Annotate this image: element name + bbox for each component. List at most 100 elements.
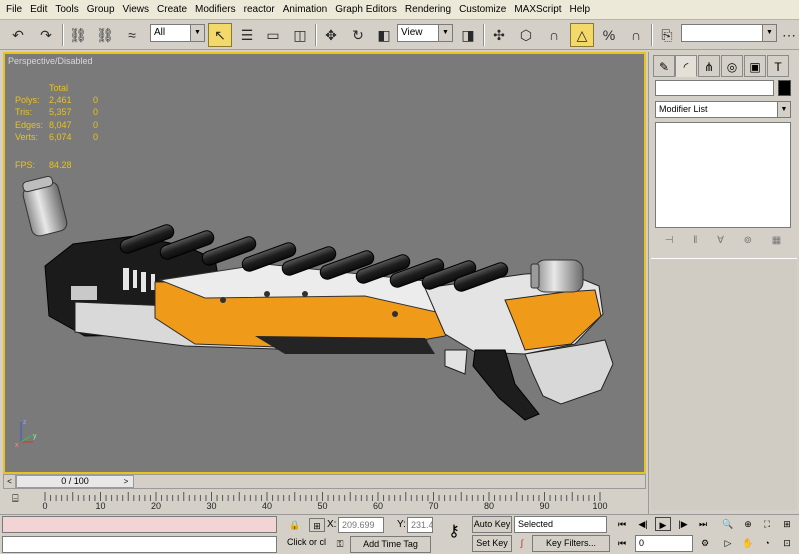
menu-item-graph-editors[interactable]: Graph Editors xyxy=(331,0,401,20)
undo-icon[interactable]: ↶ xyxy=(6,23,30,47)
track-tick-label: 60 xyxy=(372,501,384,511)
perspective-viewport[interactable]: Perspective/Disabled Total Polys: 2,461 0 … xyxy=(3,52,646,474)
manipulate-icon[interactable]: ✣ xyxy=(487,23,511,47)
reference-coordinate-dropdown[interactable]: View ▼ xyxy=(397,24,453,42)
curve-editor-icon[interactable]: ⌸ xyxy=(12,493,28,507)
key-icon[interactable]: ⚿ xyxy=(332,537,348,551)
menu-item-modifiers[interactable]: Modifiers xyxy=(191,0,240,20)
pan-icon[interactable]: ✋ xyxy=(740,536,756,550)
menu-item-group[interactable]: Group xyxy=(83,0,119,20)
menu-item-rendering[interactable]: Rendering xyxy=(401,0,455,20)
object-name-field[interactable] xyxy=(655,80,774,96)
menu-item-reactor[interactable]: reactor xyxy=(240,0,279,20)
time-next-button[interactable]: > xyxy=(120,475,132,488)
configure-modifier-sets-icon[interactable]: ▦ xyxy=(772,235,781,246)
lock-selection-icon[interactable]: 🔒 xyxy=(287,518,303,532)
select-object-icon[interactable]: ↖ xyxy=(208,23,232,47)
keyboard-shortcut-override-icon[interactable]: ⬡ xyxy=(514,23,538,47)
toolbar-separator xyxy=(483,24,485,46)
chevron-down-icon: ▼ xyxy=(777,102,790,117)
maxscript-listener[interactable] xyxy=(2,516,277,533)
select-and-move-icon[interactable]: ✥ xyxy=(319,23,343,47)
object-color-swatch[interactable] xyxy=(778,80,791,96)
window-crossing-icon[interactable]: ◫ xyxy=(288,23,312,47)
maxscript-mini-input[interactable] xyxy=(2,536,277,553)
select-by-name-icon[interactable]: ☰ xyxy=(235,23,259,47)
zoom-extents-icon[interactable]: ⛶ xyxy=(759,517,775,531)
percent-snap-icon[interactable]: % xyxy=(597,23,621,47)
modifier-list-dropdown[interactable]: Modifier List ▼ xyxy=(655,101,791,118)
utilities-tab-icon[interactable]: T xyxy=(767,55,789,77)
key-filters-button[interactable]: Key Filters... xyxy=(532,535,610,552)
unlink-selection-icon[interactable]: ⛓ xyxy=(93,23,117,47)
menu-item-help[interactable]: Help xyxy=(566,0,595,20)
chevron-down-icon: ▼ xyxy=(762,25,776,41)
pin-stack-icon[interactable]: ⊣ xyxy=(665,235,674,246)
set-key-button[interactable]: Set Key xyxy=(472,535,512,552)
time-prev-button[interactable]: < xyxy=(4,475,16,488)
menu-item-animation[interactable]: Animation xyxy=(279,0,331,20)
absolute-mode-icon[interactable]: ⊞ xyxy=(309,518,325,532)
x-coordinate-label: X: xyxy=(327,519,337,530)
modifier-stack[interactable] xyxy=(655,122,791,228)
track-tick-label: 40 xyxy=(261,501,273,511)
x-coordinate-field[interactable]: 209.699 xyxy=(338,517,384,533)
menu-item-file[interactable]: File xyxy=(2,0,26,20)
select-and-scale-icon[interactable]: ◧ xyxy=(372,23,396,47)
rifle-model[interactable] xyxy=(5,54,644,472)
previous-frame-icon[interactable]: ◀| xyxy=(635,517,651,531)
remove-modifier-icon[interactable]: ⊚ xyxy=(744,235,752,246)
edit-named-selections-icon[interactable]: ⎘ xyxy=(655,23,679,47)
spinner-snap-icon[interactable]: ∩ xyxy=(624,23,648,47)
go-to-end-icon[interactable]: ⏭ xyxy=(695,517,711,531)
pivot-point-center-icon[interactable]: ◨ xyxy=(456,23,480,47)
axis-z-label: z xyxy=(23,419,27,426)
motion-tab-icon[interactable]: ◎ xyxy=(721,55,743,77)
set-key-icon[interactable]: ⚷ xyxy=(440,524,468,543)
display-tab-icon[interactable]: ▣ xyxy=(744,55,766,77)
arc-rotate-icon[interactable]: ◔ xyxy=(759,536,775,550)
default-in-out-tangent-icon[interactable]: ∫ xyxy=(514,536,530,550)
auto-key-button[interactable]: Auto Key xyxy=(472,516,512,533)
selection-filter-dropdown[interactable]: All ▼ xyxy=(150,24,205,42)
next-frame-icon[interactable]: |▶ xyxy=(675,517,691,531)
zoom-icon[interactable]: 🔍 xyxy=(720,517,736,531)
key-mode-dropdown[interactable]: Selected xyxy=(514,516,607,533)
menu-item-tools[interactable]: Tools xyxy=(51,0,82,20)
select-and-rotate-icon[interactable]: ↻ xyxy=(346,23,370,47)
play-icon[interactable]: ▶ xyxy=(655,517,671,531)
go-to-start-icon[interactable]: ⏮ xyxy=(614,517,630,531)
mirror-icon[interactable]: ⋯ xyxy=(780,23,798,47)
maximize-viewport-icon[interactable]: ⊡ xyxy=(779,536,795,550)
create-tab-icon[interactable]: ✎ xyxy=(653,55,675,77)
snaps-toggle-icon[interactable]: ∩ xyxy=(542,23,566,47)
angle-snap-icon[interactable]: △ xyxy=(570,23,594,47)
menu-item-views[interactable]: Views xyxy=(119,0,154,20)
redo-icon[interactable]: ↷ xyxy=(34,23,58,47)
named-selection-dropdown[interactable]: ▼ xyxy=(681,24,777,42)
bind-to-space-warp-icon[interactable]: ≈ xyxy=(120,23,144,47)
current-frame-field[interactable]: 0 xyxy=(635,535,693,552)
track-tick-label: 0 xyxy=(42,501,48,511)
menu-item-create[interactable]: Create xyxy=(153,0,191,20)
show-end-result-icon[interactable]: ‖ xyxy=(693,235,697,246)
rectangular-selection-icon[interactable]: ▭ xyxy=(261,23,285,47)
field-of-view-icon[interactable]: ▷ xyxy=(720,536,736,550)
modify-tab-icon[interactable]: ◜ xyxy=(675,55,697,77)
menu-item-edit[interactable]: Edit xyxy=(26,0,51,20)
add-time-tag-button[interactable]: Add Time Tag xyxy=(350,536,431,553)
menu-item-maxscript[interactable]: MAXScript xyxy=(510,0,565,20)
hierarchy-tab-icon[interactable]: ⋔ xyxy=(698,55,720,77)
select-and-link-icon[interactable]: ⛓ xyxy=(66,23,90,47)
make-unique-icon[interactable]: ∀ xyxy=(717,235,724,246)
time-configuration-icon[interactable]: ⚙ xyxy=(697,536,713,550)
time-slider[interactable]: 0 / 100 xyxy=(16,475,134,488)
track-bar[interactable]: ⌸ 0 10 20 30 40 50 60 70 80 90 100 xyxy=(0,489,646,514)
y-coordinate-field[interactable]: 231.45 xyxy=(407,517,433,533)
toolbar-separator xyxy=(315,24,317,46)
menu-item-customize[interactable]: Customize xyxy=(455,0,510,20)
y-coordinate-label: Y: xyxy=(397,519,406,530)
zoom-all-icon[interactable]: ⊕ xyxy=(740,517,756,531)
zoom-extents-all-icon[interactable]: ⊞ xyxy=(779,517,795,531)
key-mode-toggle-icon[interactable]: ⏮ xyxy=(614,536,630,550)
